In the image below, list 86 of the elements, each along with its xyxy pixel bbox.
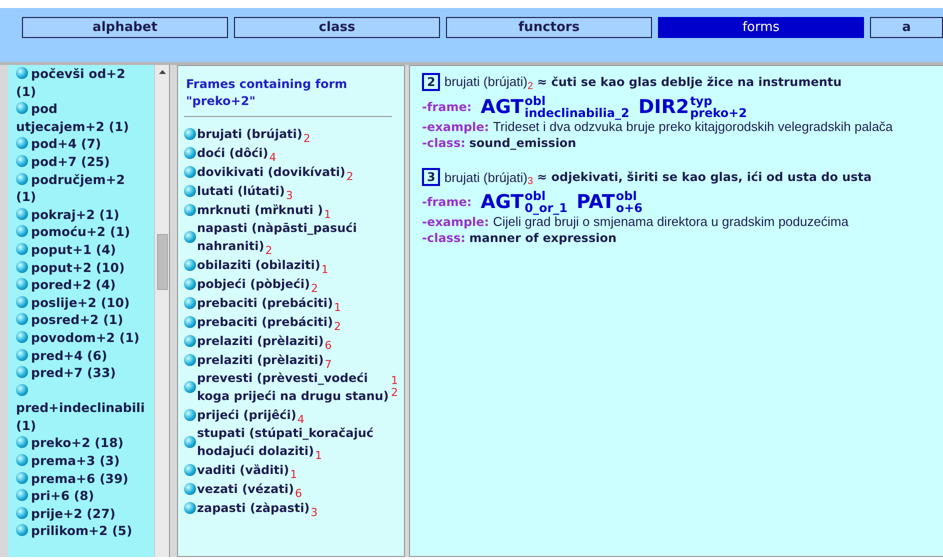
field-label: -class:: [422, 231, 466, 245]
sense-number: 3: [422, 168, 440, 186]
tab[interactable]: class: [234, 17, 440, 38]
bullet-icon: [184, 464, 196, 476]
bullet-icon: [16, 67, 28, 79]
tab[interactable]: functors: [446, 17, 652, 38]
tab[interactable]: forms: [658, 17, 864, 38]
form-item[interactable]: pomoću+2 (1): [16, 223, 140, 241]
field-label: -frame:: [422, 195, 472, 209]
bullet-icon: [16, 172, 28, 185]
definition: ≈ čuti se kao glas deblje žice na instrumentu: [537, 74, 842, 89]
bullet-icon: [16, 260, 28, 273]
bullet-icon: [16, 137, 28, 150]
frame-item[interactable]: prevesti (prèvesti_vodeći koga prijeći na drugu stanu) 1 2: [184, 369, 398, 405]
bullet-icon: [16, 524, 28, 536]
form-item[interactable]: poslije+2 (10): [16, 294, 140, 312]
form-item[interactable]: pred+7 (33): [16, 364, 140, 382]
bullet-icon: [184, 296, 196, 308]
form-item[interactable]: pod+4 (7): [16, 135, 140, 153]
definition: ≈ odjekivati, širiti se kao glas, ići od usta do usta: [537, 170, 872, 184]
form-item[interactable]: prilikom+2 (5): [16, 522, 140, 540]
form-item[interactable]: pored+2 (4): [16, 276, 140, 294]
bullet-icon: [184, 146, 196, 158]
bullet-icon: [16, 506, 28, 519]
bullet-icon: [16, 225, 28, 238]
scrollbar[interactable]: [154, 65, 169, 557]
bullet-icon: [184, 334, 196, 346]
form-item[interactable]: pri+6 (8): [16, 487, 140, 505]
bullet-icon: [16, 436, 28, 448]
bullet-icon: [16, 313, 28, 326]
bullet-icon: [184, 316, 196, 328]
form-item[interactable]: poput+1 (4): [16, 240, 140, 259]
bullet-icon: [184, 278, 196, 290]
field-label: -class:: [422, 136, 466, 150]
bullet-icon: [16, 472, 28, 484]
bullet-icon: [184, 408, 196, 420]
bullet-icon: [16, 489, 28, 502]
bullet-icon: [184, 381, 196, 393]
class-value: sound_emission: [469, 136, 576, 150]
bullet-icon: [16, 330, 28, 343]
bullet-icon: [16, 154, 28, 167]
bullet-icon: [184, 231, 196, 243]
bullet-icon: [184, 258, 196, 270]
bullet-icon: [16, 454, 28, 466]
bullet-icon: [184, 128, 196, 140]
bullet-icon: [16, 102, 28, 114]
class-value: manner of expression: [469, 231, 616, 245]
bullet-icon: [16, 384, 28, 396]
form-item[interactable]: posred+2 (1): [16, 311, 140, 329]
bullet-icon: [16, 366, 28, 378]
panel-title: Frames containing form "preko+2": [185, 76, 348, 110]
example-text: Trideset i dva odzvuka bruje preko kitajgorodskih velegradskih palača: [492, 118, 893, 134]
field-label: -example:: [422, 215, 490, 229]
form-item[interactable]: pred+4 (6): [16, 346, 140, 364]
lemma: brujati (brújati)$_{3}$: [444, 168, 534, 187]
field-label: -example:: [422, 120, 490, 134]
bullet-icon: [16, 208, 28, 220]
form-item[interactable]: područjem+2 (1): [16, 170, 140, 206]
example-text: Cijeli grad bruji o smjenama direktora u gradskim poduzećima: [492, 214, 848, 229]
bullet-icon: [16, 278, 28, 290]
bullet-icon: [16, 242, 28, 255]
sense-number: 2: [422, 72, 440, 91]
form-item[interactable]: počevši od+2 (1): [16, 65, 140, 100]
field-label: -frame:: [422, 100, 472, 114]
form-item[interactable]: povodom+2 (1): [16, 328, 140, 346]
scrollbar-thumb[interactable]: [157, 234, 168, 290]
bullet-icon: [184, 204, 196, 216]
form-item[interactable]: prema+6 (39): [16, 470, 140, 488]
bullet-icon: [16, 296, 28, 308]
bullet-icon: [184, 482, 196, 494]
lemma: brujati (brújati)$_{2}$: [444, 73, 534, 92]
bullet-icon: [16, 348, 28, 360]
form-item[interactable]: pod+7 (25): [16, 152, 140, 171]
bullet-icon: [184, 166, 196, 178]
bullet-icon: [184, 184, 196, 196]
form-item[interactable]: poput+2 (10): [16, 258, 140, 276]
form-item[interactable]: prije+2 (27): [16, 504, 140, 522]
form-item[interactable]: preko+2 (18): [16, 434, 140, 452]
bullet-icon: [184, 502, 196, 514]
form-item[interactable]: prema+3 (3): [16, 452, 140, 470]
bullet-icon: [184, 354, 196, 366]
bullet-icon: [184, 436, 196, 448]
form-item[interactable]: pokraj+2 (1): [16, 206, 140, 224]
tab[interactable]: a: [870, 17, 943, 38]
tab[interactable]: alphabet: [22, 17, 228, 38]
form-item[interactable]: pod utjecajem+2 (1): [16, 100, 140, 136]
